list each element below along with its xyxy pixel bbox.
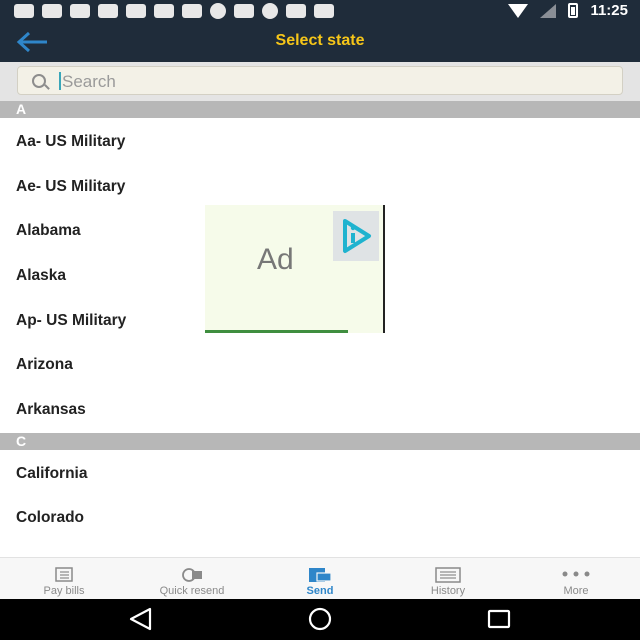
pinterest-icon: [262, 3, 278, 19]
bottom-tab-bar: Pay bills Quick resend Send History More: [0, 557, 640, 599]
tab-label: Pay bills: [43, 585, 85, 597]
tab-label: More: [563, 585, 589, 597]
section-header-c: C: [0, 433, 640, 450]
search-input[interactable]: [60, 70, 604, 94]
system-nav-bar: [0, 599, 640, 640]
link-icon: [154, 4, 174, 18]
tab-label: Send: [306, 585, 334, 597]
wifi-icon: [508, 3, 529, 18]
list-item[interactable]: Aa- US Military: [16, 133, 125, 153]
battery-icon: [568, 3, 579, 18]
ad-banner[interactable]: Ad: [205, 205, 385, 333]
list-item[interactable]: California: [16, 465, 87, 485]
tab-more[interactable]: More: [512, 558, 640, 600]
tab-send[interactable]: Send: [256, 558, 384, 600]
tab-label: Quick resend: [159, 585, 225, 597]
tab-quick-resend[interactable]: Quick resend: [128, 558, 256, 600]
tab-history[interactable]: History: [384, 558, 512, 600]
cat-icon: [182, 4, 202, 18]
list-item[interactable]: Ap- US Military: [16, 312, 126, 332]
status-bar: 11:25: [0, 0, 640, 22]
more-dots-icon: [559, 567, 593, 586]
list-item[interactable]: Alabama: [16, 222, 81, 242]
list-item[interactable]: Arizona: [16, 356, 73, 376]
clock: 11:25: [590, 2, 628, 19]
notification-icons: [14, 3, 334, 19]
search-box: [17, 66, 623, 95]
cat-icon: [98, 4, 118, 18]
signal-icon: [540, 3, 557, 18]
nav-back-icon[interactable]: [128, 607, 154, 636]
message-icon: [14, 4, 34, 18]
b-icon: [210, 3, 226, 19]
list-item[interactable]: Arkansas: [16, 401, 86, 421]
list-item[interactable]: Ae- US Military: [16, 178, 125, 198]
cat-icon: [42, 4, 62, 18]
cluster-icon: [286, 4, 306, 18]
mail-icon: [234, 4, 254, 18]
list-item[interactable]: Colorado: [16, 509, 84, 529]
app-bar: Select state: [0, 22, 640, 62]
section-header-a: A: [0, 101, 640, 118]
ad-choices-icon[interactable]: [333, 211, 379, 261]
tab-pay-bills[interactable]: Pay bills: [0, 558, 128, 600]
link-icon: [70, 4, 90, 18]
nav-home-icon[interactable]: [306, 607, 334, 636]
nav-recents-icon[interactable]: [486, 607, 512, 636]
tab-label: History: [430, 585, 466, 597]
page-title: Select state: [275, 32, 365, 49]
ad-progress-line: [205, 330, 348, 333]
link-icon: [126, 4, 146, 18]
search-bar: [0, 62, 640, 101]
search-icon: [32, 74, 46, 88]
e-icon: [314, 4, 334, 18]
ad-label: Ad: [257, 243, 294, 276]
list-item[interactable]: Alaska: [16, 267, 66, 287]
